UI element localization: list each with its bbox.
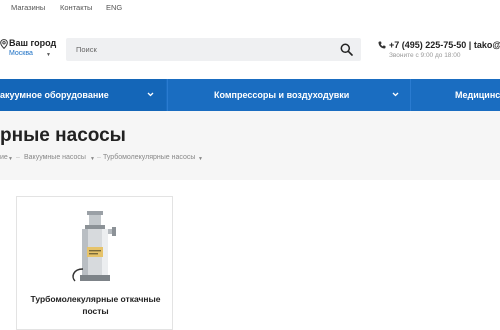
menu-item-label: Медицинс xyxy=(455,90,500,100)
menu-item-label: акуумное оборудование xyxy=(0,90,109,100)
stores-link[interactable]: Магазины xyxy=(11,3,45,12)
city-name[interactable]: Москва xyxy=(9,50,33,57)
location-pin-icon xyxy=(0,39,8,49)
search-input[interactable] xyxy=(66,38,336,61)
chevron-down-icon xyxy=(147,92,154,97)
chevron-down-icon xyxy=(392,92,399,97)
menu-item-compressors[interactable]: Компрессоры и воздуходувки xyxy=(167,79,409,111)
menu-item-label: Компрессоры и воздуходувки xyxy=(214,90,350,100)
turbomolecular-pump-station-image xyxy=(72,211,116,282)
chevron-down-icon[interactable]: ▼ xyxy=(90,156,95,162)
main-menu: акуумное оборудование Компрессоры и возд… xyxy=(0,79,500,111)
chevron-down-icon[interactable]: ▼ xyxy=(198,156,203,162)
city-label: Ваш город xyxy=(9,38,57,48)
chevron-down-icon: ▼ xyxy=(46,52,51,58)
page-title: рные насосы xyxy=(0,125,126,146)
city-selector[interactable]: Ваш город Москва ▼ xyxy=(0,38,60,62)
product-card[interactable]: Турбомолекулярные откачные посты xyxy=(16,196,173,330)
menu-item-medical[interactable]: Медицинс xyxy=(410,79,500,111)
header-contacts: +7 (495) 225-75-50 | tako@t Звоните с 9:… xyxy=(378,40,500,62)
working-hours: Звоните с 9:00 до 18:00 xyxy=(389,52,461,59)
contacts-link[interactable]: Контакты xyxy=(60,3,92,12)
phone-icon xyxy=(378,41,386,49)
breadcrumb-separator: – xyxy=(97,154,101,161)
breadcrumb-item-turbomolecular-pumps[interactable]: Турбомолекулярные насосы xyxy=(103,154,195,161)
page-header: рные насосы ие ▼ – Вакуумные насосы ▼ – … xyxy=(0,111,500,180)
search-icon[interactable] xyxy=(340,43,353,56)
menu-item-vacuum-equipment[interactable]: акуумное оборудование xyxy=(0,79,166,111)
search-box xyxy=(66,38,361,61)
top-links-bar: Магазины Контакты ENG xyxy=(0,0,500,16)
product-name[interactable]: Турбомолекулярные откачные посты xyxy=(17,293,174,317)
breadcrumb-separator: – xyxy=(16,154,20,161)
breadcrumb-item-vacuum-pumps[interactable]: Вакуумные насосы xyxy=(24,154,86,161)
phone-email-text[interactable]: +7 (495) 225-75-50 | tako@t xyxy=(389,40,500,50)
chevron-down-icon[interactable]: ▼ xyxy=(8,156,13,162)
breadcrumb-item-home[interactable]: ие xyxy=(0,154,8,161)
language-link[interactable]: ENG xyxy=(106,3,122,12)
